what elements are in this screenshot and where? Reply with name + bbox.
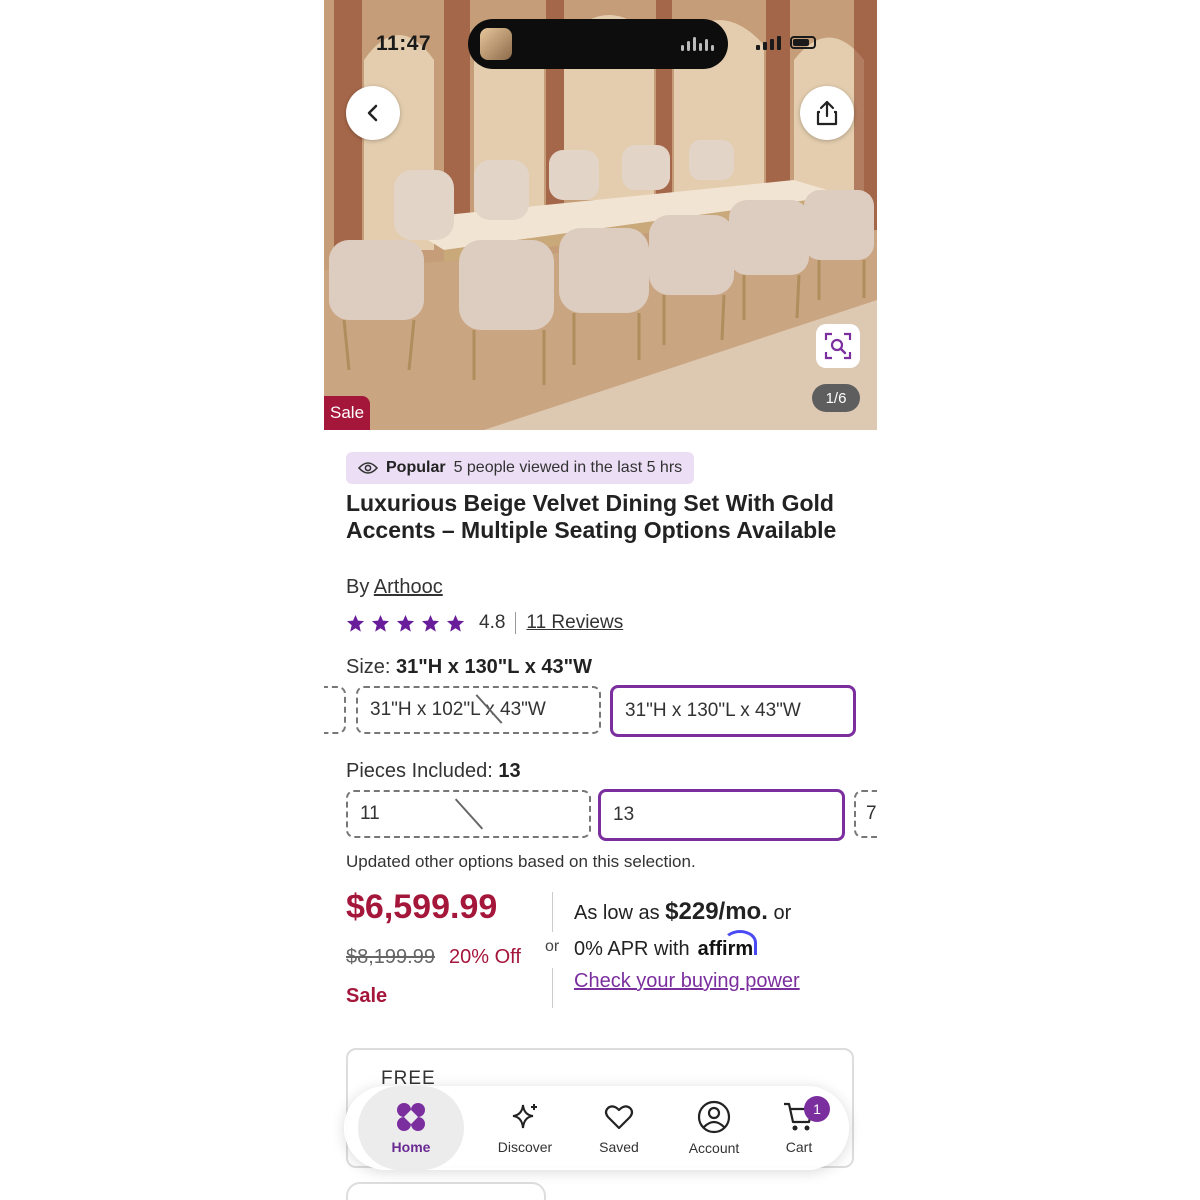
star-icon bbox=[346, 614, 365, 632]
popular-text: 5 people viewed in the last 5 hrs bbox=[453, 459, 683, 476]
size-option-offscreen[interactable] bbox=[324, 686, 346, 734]
apr-label: 0% APR with bbox=[574, 938, 690, 960]
pieces-label-row: Pieces Included: 13 bbox=[346, 760, 521, 783]
apr-line: 0% APR with affirm bbox=[574, 930, 757, 961]
brand-link[interactable]: Arthooc bbox=[374, 576, 443, 598]
star-icon bbox=[446, 614, 465, 632]
discount-percent: 20% Off bbox=[449, 946, 521, 968]
original-price: $8,199.99 bbox=[346, 946, 435, 968]
sale-price: $6,599.99 bbox=[346, 888, 498, 926]
battery-icon bbox=[790, 36, 816, 49]
visual-search-icon bbox=[824, 332, 852, 360]
product-title: Luxurious Beige Velvet Dining Set With G… bbox=[346, 490, 837, 543]
cart-count-badge: 1 bbox=[804, 1096, 830, 1122]
monthly-amount: $229/mo. bbox=[665, 898, 768, 925]
size-option-102[interactable]: 31"H x 102"L x 43"W bbox=[356, 686, 601, 734]
star-icon bbox=[421, 614, 440, 632]
size-selected: 31"H x 130"L x 43"W bbox=[396, 656, 592, 678]
check-buying-power-link[interactable]: Check your buying power bbox=[574, 970, 800, 993]
sale-tag: Sale bbox=[324, 396, 371, 430]
size-label-row: Size: 31"H x 130"L x 43"W bbox=[346, 656, 592, 679]
product-image-gallery[interactable]: 11:47 1/6 Sale bbox=[324, 0, 877, 430]
divider bbox=[552, 968, 553, 1008]
popular-banner: Popular 5 people viewed in the last 5 hr… bbox=[346, 452, 695, 484]
home-icon bbox=[397, 1103, 425, 1131]
tab-label: Cart bbox=[785, 1139, 813, 1155]
tab-saved[interactable]: Saved bbox=[572, 1086, 666, 1170]
financing-line: As low as $229/mo. or bbox=[574, 898, 791, 926]
reviews-link[interactable]: 11 Reviews bbox=[526, 612, 623, 634]
share-icon bbox=[816, 100, 838, 126]
heart-icon bbox=[604, 1105, 634, 1130]
sale-label: Sale bbox=[346, 985, 388, 1007]
phone-screen: 11:47 1/6 Sale Popular 5 people viewed i… bbox=[324, 0, 877, 1200]
selection-note: Updated other options based on this sele… bbox=[346, 852, 696, 871]
divider bbox=[515, 612, 517, 634]
eye-icon bbox=[358, 462, 378, 474]
size-option-label: 31"H x 102"L x 43"W bbox=[370, 699, 546, 720]
visual-search-button[interactable] bbox=[816, 324, 860, 368]
audio-wave-icon bbox=[681, 37, 714, 51]
tab-account[interactable]: Account bbox=[667, 1086, 761, 1170]
by-prefix: By bbox=[346, 576, 370, 598]
divider bbox=[552, 892, 553, 932]
signal-icon bbox=[756, 36, 781, 50]
tab-label: Account bbox=[688, 1140, 740, 1156]
size-option-130[interactable]: 31"H x 130"L x 43"W bbox=[610, 685, 856, 737]
pieces-selected: 13 bbox=[498, 760, 521, 782]
dynamic-island[interactable] bbox=[468, 19, 728, 69]
pieces-option-13[interactable]: 13 bbox=[598, 789, 845, 841]
as-low-as-label: As low as bbox=[574, 902, 660, 924]
star-icon bbox=[396, 614, 415, 632]
tab-label: Saved bbox=[599, 1139, 639, 1155]
or-separator: or bbox=[545, 938, 560, 956]
tab-home[interactable]: Home bbox=[358, 1086, 464, 1170]
pieces-option-11[interactable]: 11 bbox=[346, 790, 591, 838]
tab-label: Discover bbox=[497, 1139, 553, 1155]
pieces-label: Pieces Included: bbox=[346, 760, 493, 782]
quantity-stepper[interactable] bbox=[346, 1182, 546, 1200]
share-button[interactable] bbox=[800, 86, 854, 140]
rating-row: 4.8 11 Reviews bbox=[346, 612, 623, 634]
pieces-option-7[interactable]: 7 bbox=[854, 790, 877, 838]
or-label: or bbox=[773, 902, 792, 924]
status-time: 11:47 bbox=[376, 32, 432, 55]
unavailable-strike bbox=[454, 798, 484, 830]
pieces-option-label: 13 bbox=[613, 804, 635, 825]
tab-label: Home bbox=[391, 1139, 431, 1155]
brand-line: By Arthooc bbox=[346, 576, 443, 599]
tab-cart[interactable]: Cart 1 bbox=[752, 1086, 846, 1170]
star-icon bbox=[371, 614, 390, 632]
size-label: Size: bbox=[346, 656, 391, 678]
image-counter: 1/6 bbox=[812, 384, 860, 412]
star-rating bbox=[346, 614, 465, 633]
now-playing-thumbnail bbox=[480, 28, 512, 60]
affirm-logo: affirm bbox=[697, 930, 757, 960]
back-button[interactable] bbox=[346, 86, 400, 140]
chevron-left-icon bbox=[367, 104, 378, 122]
popular-label: Popular bbox=[386, 459, 446, 476]
rating-value: 4.8 bbox=[479, 612, 506, 633]
account-icon bbox=[697, 1100, 731, 1134]
bottom-tab-bar: Home Discover Saved Account Cart 1 bbox=[344, 1086, 849, 1170]
sparkle-icon bbox=[512, 1104, 537, 1129]
tab-discover[interactable]: Discover bbox=[478, 1086, 572, 1170]
pieces-option-label: 7 bbox=[866, 803, 877, 824]
pieces-option-label: 11 bbox=[360, 803, 380, 824]
size-option-label: 31"H x 130"L x 43"W bbox=[625, 700, 801, 721]
